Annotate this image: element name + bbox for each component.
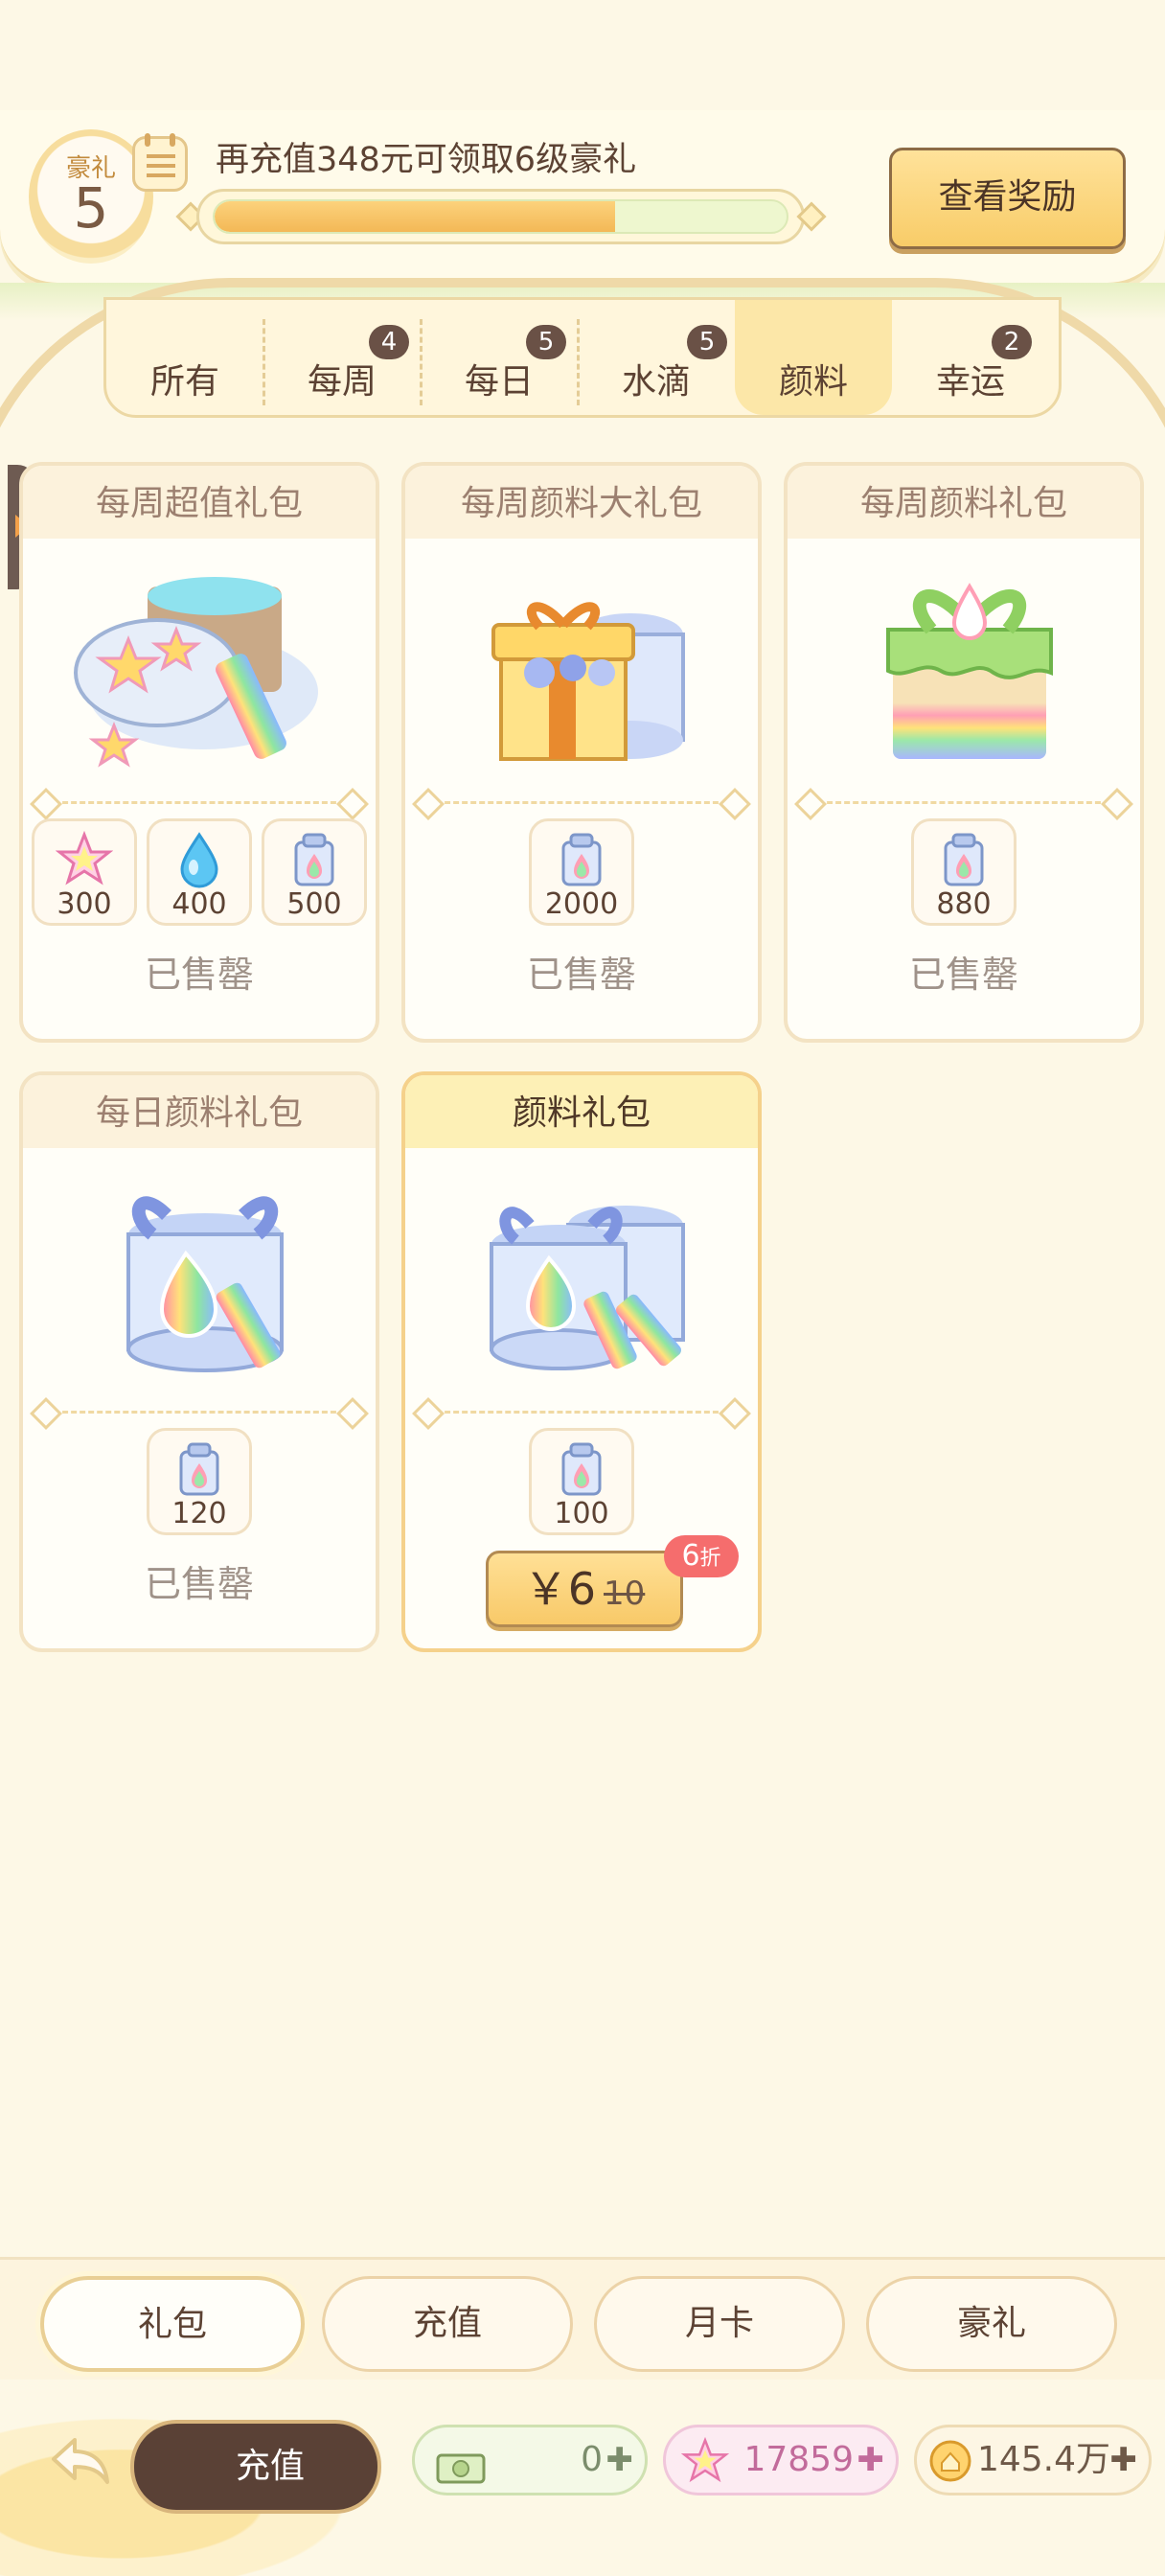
add-star-icon[interactable]: ✚ [857, 2427, 885, 2493]
card-divider [419, 801, 744, 804]
item-quantity: 400 [171, 887, 227, 921]
cash-currency[interactable]: 0 ✚ [412, 2425, 648, 2496]
product-card[interactable]: 每日颜料礼包 120 已售罄 [19, 1071, 379, 1652]
tab-label: 幸运 [935, 362, 1005, 402]
discount-badge: 6折 [664, 1535, 739, 1577]
tab-gift-packs[interactable]: 礼包 [40, 2276, 305, 2372]
back-arrow-icon[interactable] [46, 2426, 115, 2496]
card-divider [36, 1411, 362, 1414]
tab-count-badge: 2 [992, 325, 1032, 359]
original-price: 10 [604, 1575, 646, 1613]
item-list: 120 [23, 1428, 376, 1539]
star-icon [55, 830, 114, 892]
reward-item: 500 [262, 818, 367, 926]
category-tab-bar: 所有 每周 4 每日 5 水滴 5 颜料 幸运 2 [103, 297, 1062, 418]
star-amount: 17859 [743, 2440, 854, 2479]
sold-out-label: 已售罄 [144, 1563, 254, 1605]
sold-out-label: 已售罄 [908, 954, 1018, 996]
bottom-tab-bar: 礼包 充值 月卡 豪礼 [0, 2257, 1165, 2382]
coin-amount: 145.4万 [976, 2440, 1110, 2479]
product-card[interactable]: 每周颜料大礼包 2000 已售罄 [401, 462, 762, 1043]
item-quantity: 2000 [544, 887, 619, 921]
card-title: 每周颜料大礼包 [405, 466, 758, 539]
tab-count-badge: 4 [369, 325, 409, 359]
view-rewards-button[interactable]: 查看奖励 [889, 148, 1126, 249]
item-list: 100 [405, 1428, 758, 1539]
item-quantity: 120 [171, 1497, 227, 1530]
card-divider [801, 801, 1127, 804]
coin-currency[interactable]: 145.4万 ✚ [914, 2425, 1152, 2496]
card-title: 每周超值礼包 [23, 466, 376, 539]
tab-monthly-card[interactable]: 月卡 [594, 2276, 845, 2372]
item-quantity: 880 [936, 887, 992, 921]
reward-item: 120 [147, 1428, 252, 1535]
product-card-featured[interactable]: 颜料礼包 100 ￥6 10 6折 [401, 1071, 762, 1652]
tab-recharge[interactable]: 充值 [322, 2276, 573, 2372]
calendar-icon[interactable] [132, 133, 188, 192]
card-title: 每日颜料礼包 [23, 1075, 376, 1148]
tab-water[interactable]: 水滴 5 [578, 300, 735, 415]
card-divider [419, 1411, 744, 1414]
card-title: 每周颜料礼包 [788, 466, 1140, 539]
paint-bag-icon [940, 831, 988, 892]
tab-label: 颜料 [778, 362, 848, 402]
tab-weekly[interactable]: 每周 4 [263, 300, 423, 415]
coin-icon [928, 2439, 972, 2505]
reward-item: 2000 [529, 818, 634, 926]
paint-bag-icon [290, 831, 338, 892]
reward-item: 100 [529, 1428, 634, 1535]
vip-progress-bar [196, 189, 805, 244]
paint-bag-icon [175, 1440, 223, 1502]
card-divider [36, 801, 362, 804]
tab-label: 每日 [464, 362, 534, 402]
price-label: ￥6 [523, 1563, 596, 1615]
tab-vip-gifts[interactable]: 豪礼 [866, 2276, 1117, 2372]
vip-progress-fill [215, 201, 615, 232]
cash-amount: 0 [581, 2440, 603, 2479]
star-icon [680, 2436, 730, 2507]
reward-item: 300 [32, 818, 137, 926]
item-quantity: 100 [554, 1497, 609, 1530]
sold-out-label: 已售罄 [526, 954, 636, 996]
add-cash-icon[interactable]: ✚ [606, 2427, 634, 2493]
paint-bag-icon [558, 831, 605, 892]
paint-can-image [23, 1148, 376, 1388]
item-list: 300 400 500 [23, 818, 376, 930]
item-list: 880 [788, 818, 1140, 930]
tab-count-badge: 5 [526, 325, 566, 359]
product-card[interactable]: 每周超值礼包 300 400 500 已售罄 [19, 462, 379, 1043]
gift-box-image [405, 539, 758, 778]
tab-label: 每周 [307, 362, 377, 402]
tab-count-badge: 5 [687, 325, 727, 359]
tab-all[interactable]: 所有 [106, 300, 265, 415]
paint-gift-image [405, 1148, 758, 1388]
water-drop-icon [171, 831, 228, 892]
banknote-icon [436, 2443, 486, 2508]
discount-unit: 折 [699, 1547, 721, 1571]
green-gift-image [788, 539, 1140, 778]
item-quantity: 500 [286, 887, 342, 921]
discount-value: 6 [681, 1539, 700, 1573]
reward-item: 880 [911, 818, 1017, 926]
vip-progress-message: 再充值348元可领取6级豪礼 [216, 141, 637, 179]
card-title: 颜料礼包 [405, 1075, 758, 1148]
product-card[interactable]: 每周颜料礼包 880 已售罄 [784, 462, 1144, 1043]
tab-lucky[interactable]: 幸运 2 [892, 300, 1049, 415]
add-coin-icon[interactable]: ✚ [1110, 2427, 1138, 2493]
recharge-button[interactable]: 充值 [130, 2420, 381, 2514]
bucket-pack-image [23, 539, 376, 778]
tab-label: 所有 [149, 362, 219, 402]
tab-daily[interactable]: 每日 5 [421, 300, 580, 415]
sold-out-label: 已售罄 [144, 954, 254, 996]
star-currency[interactable]: 17859 ✚ [663, 2425, 899, 2496]
buy-button[interactable]: ￥6 10 [486, 1551, 683, 1627]
item-list: 2000 [405, 818, 758, 930]
tab-label: 水滴 [621, 362, 691, 402]
tab-paint[interactable]: 颜料 [735, 300, 892, 415]
reward-item: 400 [147, 818, 252, 926]
item-quantity: 300 [57, 887, 112, 921]
paint-bag-icon [558, 1440, 605, 1502]
